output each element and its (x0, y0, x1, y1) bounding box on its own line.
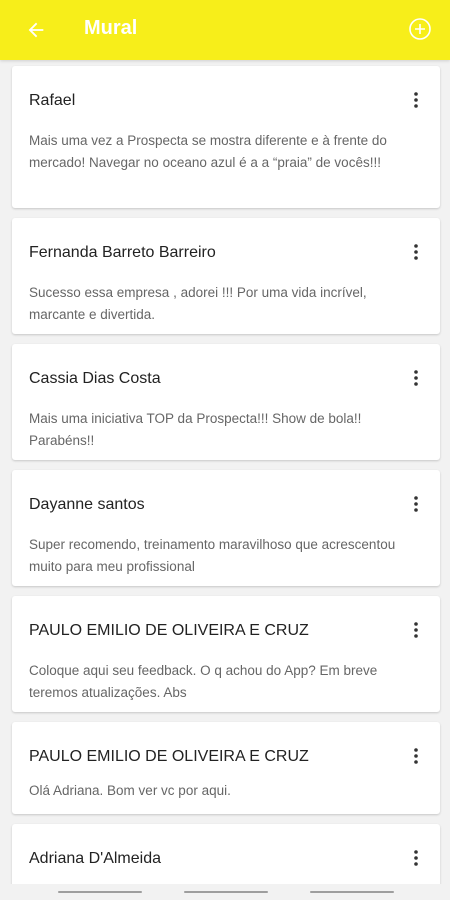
post-author: Adriana D'Almeida (29, 850, 162, 867)
system-nav-bar (0, 884, 450, 900)
post-message: Mais uma iniciativa TOP da Prospecta!!! … (29, 411, 362, 448)
arrow-back-icon (28, 22, 44, 38)
add-post-button[interactable] (406, 15, 434, 43)
post-card: Adriana D'Almeida (12, 824, 440, 884)
post-message: Super recomendo, treinamento maravilhoso… (29, 537, 396, 574)
post-message: Coloque aqui seu feedback. O q achou do … (29, 663, 378, 700)
post-message: Mais uma vez a Prospecta se mostra difer… (29, 133, 387, 170)
post-author: Dayanne santos (29, 496, 145, 513)
more-vert-icon (414, 850, 418, 866)
post-menu-button[interactable] (406, 846, 426, 870)
nav-handle-left[interactable] (58, 891, 142, 893)
post-card: PAULO EMILIO DE OLIVEIRA E CRUZ Olá Adri… (12, 722, 440, 814)
post-card: Cassia Dias Costa Mais uma iniciativa TO… (12, 344, 440, 460)
more-vert-icon (414, 748, 418, 764)
post-author: PAULO EMILIO DE OLIVEIRA E CRUZ (29, 622, 309, 639)
page-title: Mural (84, 17, 138, 39)
add-circle-icon (409, 18, 431, 40)
post-author: PAULO EMILIO DE OLIVEIRA E CRUZ (29, 748, 309, 765)
post-menu-button[interactable] (406, 744, 426, 768)
back-button[interactable] (22, 16, 50, 44)
mural-feed[interactable]: Rafael Mais uma vez a Prospecta se mostr… (0, 60, 450, 884)
post-menu-button[interactable] (406, 88, 426, 112)
post-menu-button[interactable] (406, 618, 426, 642)
more-vert-icon (414, 496, 418, 512)
nav-handle-center[interactable] (184, 891, 268, 893)
post-menu-button[interactable] (406, 492, 426, 516)
post-menu-button[interactable] (406, 366, 426, 390)
nav-handle-right[interactable] (310, 891, 394, 893)
post-card: Fernanda Barreto Barreiro Sucesso essa e… (12, 218, 440, 334)
more-vert-icon (414, 244, 418, 260)
post-author: Cassia Dias Costa (29, 370, 161, 387)
post-author: Rafael (29, 92, 76, 109)
post-author: Fernanda Barreto Barreiro (29, 244, 216, 261)
app-bar: Mural (0, 0, 450, 60)
more-vert-icon (414, 622, 418, 638)
post-card: Dayanne santos Super recomendo, treiname… (12, 470, 440, 586)
more-vert-icon (414, 370, 418, 386)
post-message: Sucesso essa empresa , adorei !!! Por um… (29, 285, 367, 322)
more-vert-icon (414, 92, 418, 108)
post-card: PAULO EMILIO DE OLIVEIRA E CRUZ Coloque … (12, 596, 440, 712)
post-menu-button[interactable] (406, 240, 426, 264)
post-message: Olá Adriana. Bom ver vc por aqui. (29, 783, 231, 798)
post-card: Rafael Mais uma vez a Prospecta se mostr… (12, 66, 440, 208)
